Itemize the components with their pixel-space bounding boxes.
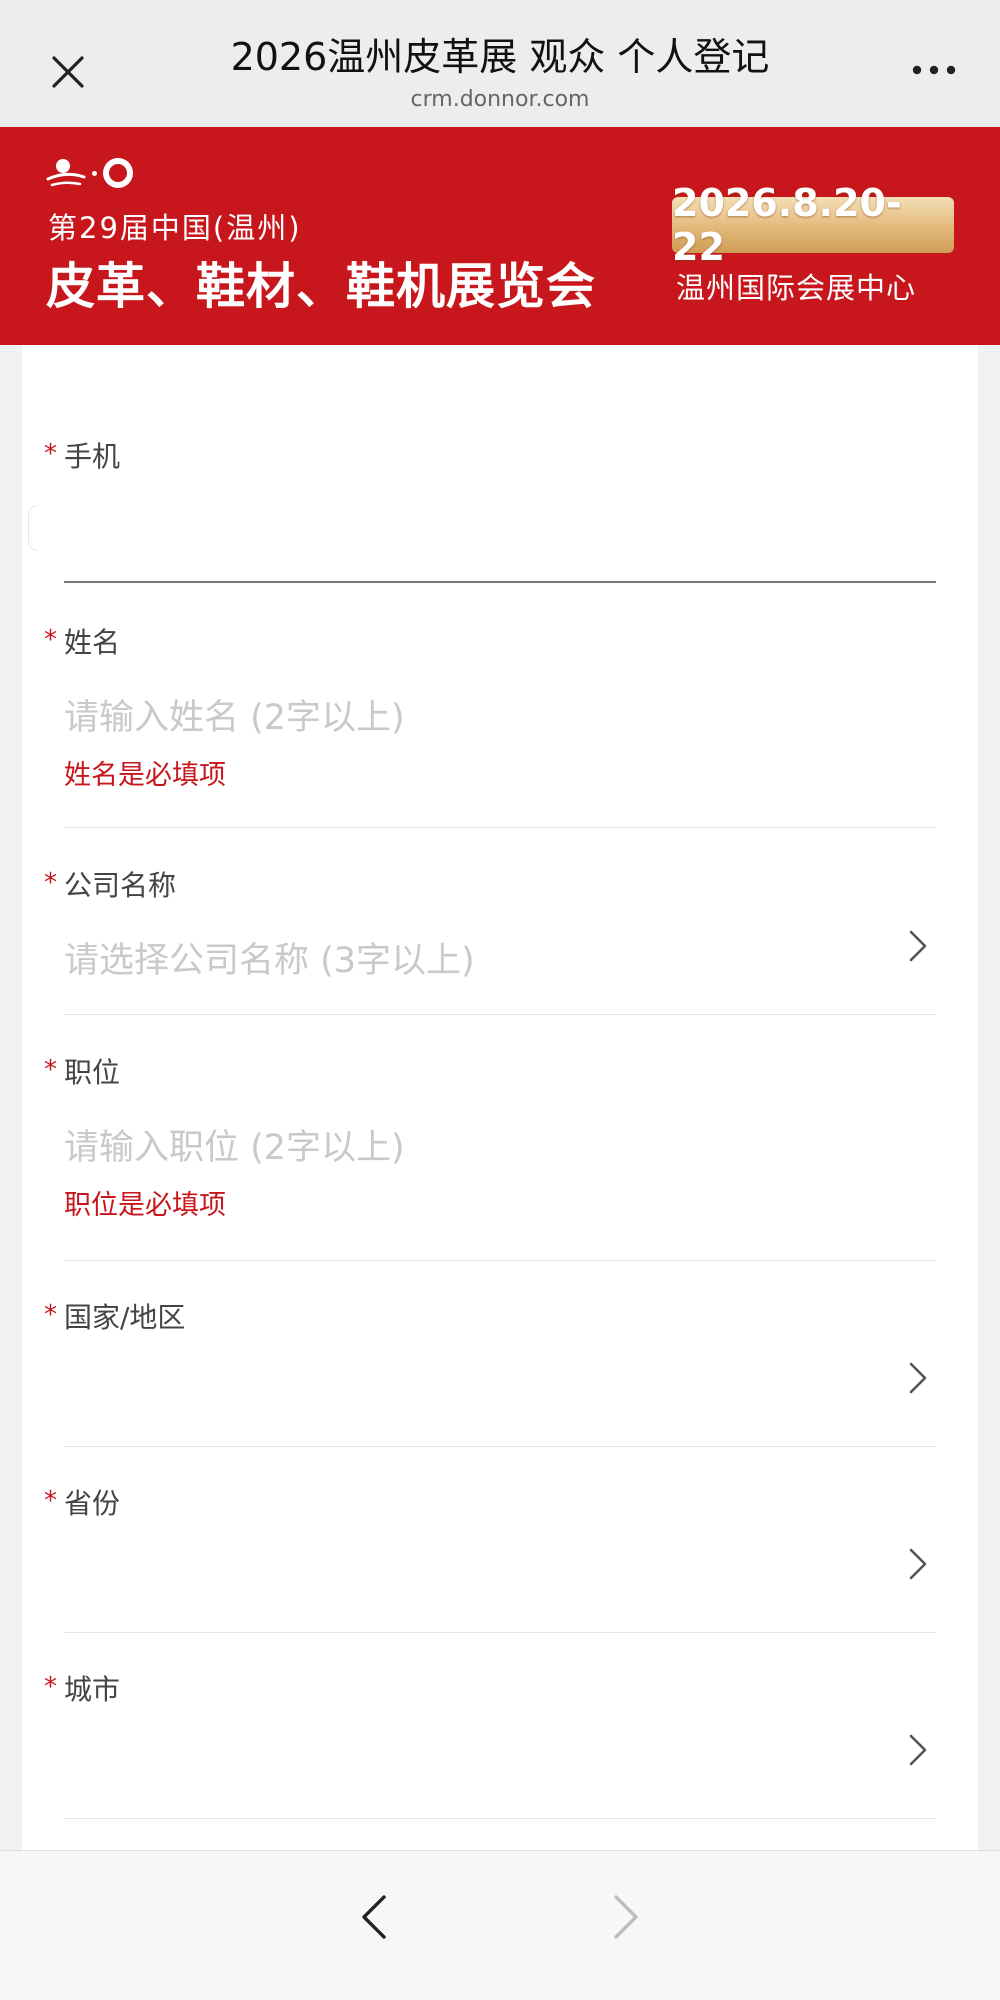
- company-select[interactable]: 请选择公司名称 (3字以上): [64, 932, 475, 983]
- chevron-left-icon[interactable]: [350, 1889, 400, 1945]
- banner-expo-name: 皮革、鞋材、鞋机展览会: [46, 258, 597, 315]
- city-field[interactable]: * 城市: [22, 1632, 978, 1819]
- required-mark: *: [44, 1055, 57, 1085]
- phone-underline: [64, 581, 936, 583]
- chevron-right-icon: [909, 1548, 927, 1580]
- title-block: 2026温州皮革展 观众 个人登记 crm.donnor.com: [120, 30, 880, 114]
- banner-venue: 温州国际会展中心: [676, 271, 917, 305]
- city-label: 城市: [64, 1673, 121, 1706]
- required-mark: *: [44, 1300, 57, 1330]
- company-field[interactable]: * 公司名称 请选择公司名称 (3字以上): [22, 828, 978, 1018]
- phone-field: * 手机: [22, 345, 978, 585]
- position-error: 职位是必填项: [64, 1190, 226, 1221]
- phone-label: 手机: [64, 440, 121, 473]
- partner-logo-icon: [103, 158, 133, 188]
- page-domain: crm.donnor.com: [410, 87, 590, 112]
- banner-session: 第29届中国(温州): [48, 211, 302, 245]
- more-icon: [912, 65, 956, 75]
- country-field[interactable]: * 国家/地区: [22, 1260, 978, 1447]
- position-input[interactable]: 请输入职位 (2字以上): [64, 1119, 405, 1170]
- divider: [64, 1818, 936, 1819]
- organizer-logos: [46, 157, 133, 189]
- required-mark: *: [44, 625, 57, 655]
- name-label: 姓名: [64, 626, 121, 659]
- province-field[interactable]: * 省份: [22, 1446, 978, 1633]
- province-label: 省份: [64, 1487, 121, 1520]
- top-navigation-bar: 2026温州皮革展 观众 个人登记 crm.donnor.com: [0, 0, 1000, 127]
- close-button[interactable]: [40, 44, 96, 100]
- required-mark: *: [44, 439, 57, 469]
- registration-form: * 手机 * 姓名 请输入姓名 (2字以上) 姓名是必填项 * 公司名称 请选择…: [22, 345, 978, 1850]
- chevron-right-icon: [909, 1734, 927, 1766]
- browser-bottom-bar: [0, 1850, 1000, 2000]
- banner-date-badge: 2026.8.20-22: [672, 181, 954, 269]
- phone-input[interactable]: [64, 485, 936, 557]
- chevron-right-icon: [909, 930, 927, 962]
- logo-separator-dot: [92, 170, 97, 176]
- required-mark: *: [44, 868, 57, 898]
- country-label: 国家/地区: [64, 1301, 186, 1334]
- exhibition-banner: 第29届中国(温州) 皮革、鞋材、鞋机展览会 2026.8.20-22 温州国际…: [0, 127, 1000, 345]
- position-label: 职位: [64, 1056, 121, 1089]
- required-mark: *: [44, 1672, 57, 1702]
- name-error: 姓名是必填项: [64, 760, 226, 791]
- name-field: * 姓名 请输入姓名 (2字以上) 姓名是必填项: [22, 585, 978, 828]
- chevron-right-icon[interactable]: [600, 1889, 650, 1945]
- more-button[interactable]: [904, 50, 964, 90]
- required-mark: *: [44, 1486, 57, 1516]
- chevron-right-icon: [909, 1362, 927, 1394]
- name-input[interactable]: 请输入姓名 (2字以上): [64, 689, 405, 740]
- position-field: * 职位 请输入职位 (2字以上) 职位是必填项: [22, 1015, 978, 1261]
- page-title: 2026温州皮革展 观众 个人登记: [230, 35, 770, 79]
- organizer-logo-icon: [46, 159, 86, 187]
- close-icon: [52, 56, 84, 88]
- company-label: 公司名称: [64, 869, 177, 902]
